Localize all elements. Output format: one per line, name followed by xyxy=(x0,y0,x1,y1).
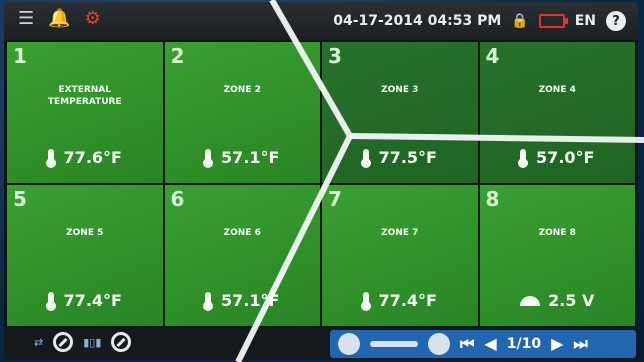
device-frame: ☰ 🔔 ⚙ 04-17-2014 04:53 PM 🔒 EN ? 1 EXTER… xyxy=(0,0,644,362)
glare-overlay xyxy=(235,0,644,362)
